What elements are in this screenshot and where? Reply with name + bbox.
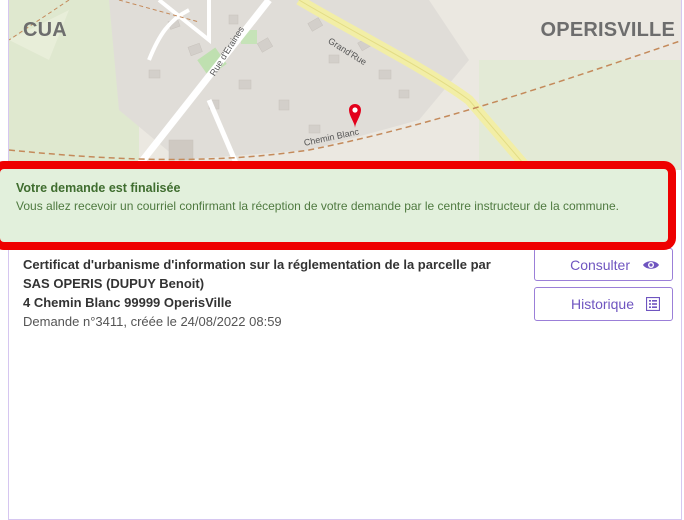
consulter-button[interactable]: Consulter <box>534 248 673 281</box>
historique-button-label: Historique <box>570 296 634 312</box>
consulter-button-label: Consulter <box>570 256 630 273</box>
procedure-type-label: CUA <box>23 19 67 41</box>
success-alert: Votre demande est finalisée Vous allez r… <box>0 161 676 250</box>
request-summary: Certificat d'urbanisme d'information sur… <box>23 255 493 331</box>
alert-title: Votre demande est finalisée <box>16 181 181 195</box>
alert-message: Vous allez recevoir un courriel confirma… <box>16 199 619 213</box>
request-meta: Demande n°3411, créée le 24/08/2022 08:5… <box>23 314 282 329</box>
commune-name-label: OPERISVILLE <box>540 19 675 41</box>
request-title: Certificat d'urbanisme d'information sur… <box>23 257 491 291</box>
request-card: Rue d'Eraines Grand'Rue Chemin Blanc CUA… <box>8 0 682 520</box>
eye-icon <box>643 260 659 269</box>
request-address: 4 Chemin Blanc 99999 OperisVille <box>23 295 232 310</box>
list-icon <box>646 297 660 311</box>
map-view[interactable]: Rue d'Eraines Grand'Rue Chemin Blanc CUA… <box>9 0 681 170</box>
historique-button[interactable]: Historique <box>534 287 673 321</box>
